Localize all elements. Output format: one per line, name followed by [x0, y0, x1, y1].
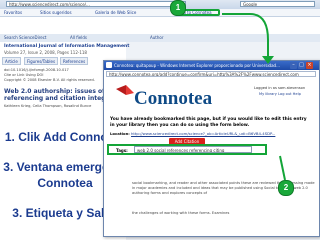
- favorites-link[interactable]: Favoritos: [4, 10, 22, 15]
- popup-titlebar: Connotea: quitapoup - Windows Internet E…: [104, 61, 319, 70]
- location-url[interactable]: http://www.sciencedirect.com/science?_ob…: [131, 131, 275, 136]
- edit-instructions: You have already bookmarked this page, b…: [110, 117, 307, 128]
- popup-url-bar[interactable]: http://www.connotea.org/add?continue=con…: [106, 71, 316, 77]
- step-badge-1: 1: [170, 0, 186, 16]
- popup-title: Connotea: quitapoup - Windows Internet E…: [114, 63, 280, 68]
- favorites-bar: Favoritos Sitios sugeridos Galería de We…: [0, 9, 320, 17]
- connotea-logo-text: Connotea: [134, 88, 213, 109]
- close-icon[interactable]: ×: [306, 62, 313, 69]
- abstract-continued: the challenges of working with these for…: [132, 211, 230, 215]
- account-links[interactable]: My library Log out Help: [259, 92, 301, 96]
- connotea-popup-window: Connotea: quitapoup - Windows Internet E…: [103, 60, 320, 237]
- step-badge-2: 2: [278, 180, 294, 196]
- ie-page-icon: [106, 62, 112, 68]
- browser-search-box[interactable]: Google: [240, 1, 315, 7]
- location-label: Location:: [110, 131, 130, 136]
- search-label: Search ScienceDirect: [4, 35, 47, 40]
- connotea-logo: Connotea: [114, 83, 234, 113]
- address-bar[interactable]: http://www.sciencedirect.com/science/...: [6, 1, 186, 7]
- web-slice-gallery-link[interactable]: Galería de Web Slice: [95, 10, 136, 15]
- tab-references[interactable]: References: [60, 57, 89, 65]
- logged-in-text: Logged in as sam.stevenson: [254, 86, 306, 90]
- suggested-sites-link[interactable]: Sitios sugeridos: [40, 10, 72, 15]
- journal-volume: Volume 27, Issue 2, 2008, Pages 112-118: [4, 50, 87, 55]
- tags-input[interactable]: web 2.0 social references referencing ci…: [134, 146, 252, 153]
- tab-article[interactable]: Article: [2, 57, 21, 65]
- maximize-icon[interactable]: □: [298, 62, 305, 69]
- location-row: Location: http://www.sciencedirect.com/s…: [110, 131, 315, 136]
- site-search-strip: Search ScienceDirect All fields Author: [0, 34, 320, 42]
- all-fields-field[interactable]: All fields: [70, 35, 87, 40]
- tags-label: Tags:: [116, 148, 128, 153]
- tab-figures-tables[interactable]: Figures/Tables: [24, 57, 59, 65]
- minimize-icon[interactable]: –: [290, 62, 297, 69]
- author-field[interactable]: Author: [150, 35, 163, 40]
- journal-title[interactable]: International Journal of Information Man…: [4, 44, 129, 49]
- connotea-logo-mark: Connotea: [116, 85, 213, 109]
